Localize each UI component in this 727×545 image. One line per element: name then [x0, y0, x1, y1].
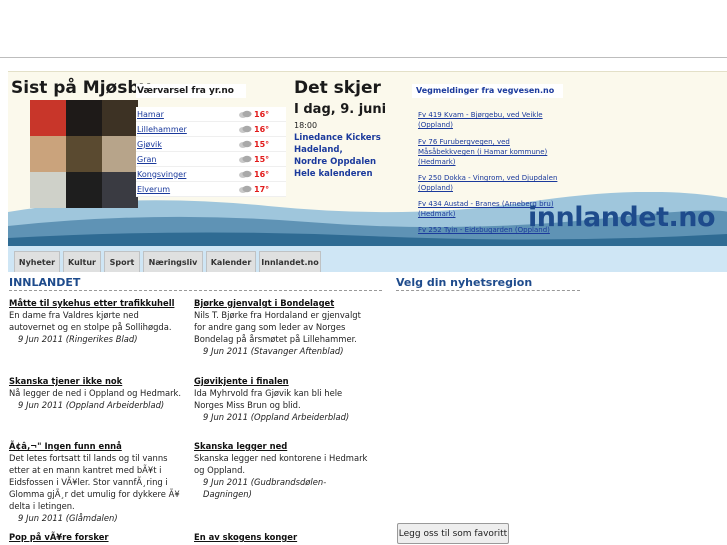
user-photo[interactable] [66, 136, 102, 172]
road-message-link[interactable]: Fv 419 Kvam - Bjørgebu, ved Veikle (Oppl… [418, 110, 558, 130]
partly-cloudy-icon [239, 170, 252, 178]
all-events-link[interactable]: Hele kalenderen [294, 169, 373, 179]
news-headline[interactable]: Skanska legger ned [194, 440, 372, 452]
region-title: Velg din nyhetsregion [396, 276, 533, 289]
weather-city-link[interactable]: Kongsvinger [136, 170, 228, 179]
mjosby-title: Sist på Mjøsby [11, 78, 151, 98]
news-date: 9 Jun 2011 (Oppland Arbeiderblad) [203, 412, 350, 422]
news-date: 9 Jun 2011 (Ringerikes Blad) [18, 334, 138, 344]
user-photo[interactable] [66, 172, 102, 208]
user-photo[interactable] [30, 136, 66, 172]
news-body: Nå legger de ned i Oppland og Hedmark. [9, 388, 182, 398]
news-item: Bjørke gjenvalgt i Bondelaget Nils T. Bj… [194, 297, 372, 357]
road-message-link[interactable]: Fv 250 Dokka - Vingrom, ved Djupdalen (O… [418, 173, 558, 193]
weather-row: Lillehammer 16° [136, 122, 286, 137]
news-item: Pop på vÃ¥re forsker [9, 531, 187, 543]
user-photo[interactable] [102, 136, 138, 172]
news-item: En av skogens konger [194, 531, 372, 543]
news-date: 9 Jun 2011 (Glåmdalen) [18, 513, 118, 523]
user-photo[interactable] [102, 172, 138, 208]
section-divider [9, 290, 382, 291]
user-photo[interactable] [30, 172, 66, 208]
brand-logo[interactable]: innlandet.no [528, 202, 715, 233]
weather-temp: 16° [254, 124, 270, 134]
weather-city-link[interactable]: Hamar [136, 110, 228, 119]
tab-naeringsliv[interactable]: Næringsliv [143, 251, 203, 272]
weather-city-link[interactable]: Lillehammer [136, 125, 228, 134]
user-photo[interactable] [102, 100, 138, 136]
news-item: Gjøvikjente i finalen Ida Myhrvold fra G… [194, 375, 372, 423]
news-headline[interactable]: Ã¢â‚¬" Ingen funn ennå [9, 440, 187, 452]
roads-header[interactable]: Vegmeldinger fra vegvesen.no [412, 84, 563, 98]
news-body: Skanska legger ned kontorene i Hedmark o… [194, 453, 368, 475]
event-link[interactable]: Linedance Kickers [294, 133, 381, 143]
news-item: Måtte til sykehus etter trafikkuhell En … [9, 297, 187, 345]
weather-row: Gjøvik 15° [136, 137, 286, 152]
weather-temp: 15° [254, 139, 270, 149]
weather-temp: 16° [254, 169, 270, 179]
header-banner: Sist på Mjøsby Værvarsel fra yr.no Hamar… [8, 71, 727, 246]
weather-row: Elverum 17° [136, 182, 286, 197]
weather-header[interactable]: Værvarsel fra yr.no [136, 84, 246, 98]
tab-innlandet[interactable]: Innlandet.no [259, 251, 321, 272]
tab-kultur[interactable]: Kultur [63, 251, 101, 272]
road-message-link[interactable]: Fv 76 Furubergvegen, ved Måsåbekkvegen (… [418, 137, 558, 167]
tab-kalender[interactable]: Kalender [206, 251, 256, 272]
weather-city-link[interactable]: Elverum [136, 185, 228, 194]
news-headline[interactable]: Skanska tjener ikke nok [9, 375, 187, 387]
news-date: 9 Jun 2011 (Oppland Arbeiderblad) [18, 400, 165, 410]
news-item: Ã¢â‚¬" Ingen funn ennå Det letes fortsat… [9, 440, 187, 524]
weather-row: Gran 15° [136, 152, 286, 167]
partly-cloudy-icon [239, 155, 252, 163]
weather-table: Hamar 16° Lillehammer 16° Gjøvik 15° Gran 15° Ko… [136, 107, 286, 197]
weather-temp: 15° [254, 154, 270, 164]
photo-grid [30, 100, 138, 210]
weather-temp: 17° [254, 184, 270, 194]
news-headline[interactable]: Pop på vÃ¥re forsker [9, 531, 187, 543]
events-date: I dag, 9. juni [294, 102, 387, 117]
news-headline[interactable]: Måtte til sykehus etter trafikkuhell [9, 297, 187, 309]
weather-row: Kongsvinger 16° [136, 167, 286, 182]
partly-cloudy-icon [239, 140, 252, 148]
tab-nyheter[interactable]: Nyheter [14, 251, 60, 272]
news-date: 9 Jun 2011 (Stavanger Aftenblad) [203, 346, 344, 356]
nav-tabs: Nyheter Kultur Sport Næringsliv Kalender… [8, 246, 727, 272]
weather-row: Hamar 16° [136, 107, 286, 122]
news-headline[interactable]: Gjøvikjente i finalen [194, 375, 372, 387]
weather-temp: 16° [254, 109, 270, 119]
news-body: Det letes fortsatt til lands og til vann… [9, 453, 180, 511]
events-title: Det skjer [294, 78, 381, 98]
partly-cloudy-icon [239, 185, 252, 193]
user-photo[interactable] [30, 100, 66, 136]
news-body: En dame fra Valdres kjørte ned autoverne… [9, 310, 172, 332]
event-link[interactable]: Nordre Oppdalen [294, 157, 376, 167]
tab-sport[interactable]: Sport [104, 251, 140, 272]
event-time: 18:00 [294, 121, 318, 130]
add-favorite-button[interactable]: Legg oss til som favoritt [397, 523, 509, 544]
news-item: Skanska tjener ikke nok Nå legger de ned… [9, 375, 187, 411]
section-title: INNLANDET [9, 276, 81, 289]
partly-cloudy-icon [239, 125, 252, 133]
news-body: Nils T. Bjørke fra Hordaland er gjenvalg… [194, 310, 361, 344]
event-link[interactable]: Hadeland, [294, 145, 343, 155]
top-divider [0, 57, 727, 58]
news-item: Skanska legger ned Skanska legger ned ko… [194, 440, 372, 500]
region-divider [396, 290, 580, 291]
partly-cloudy-icon [239, 110, 252, 118]
news-body: Ida Myhrvold fra Gjøvik kan bli hele Nor… [194, 388, 343, 410]
weather-city-link[interactable]: Gran [136, 155, 228, 164]
news-headline[interactable]: Bjørke gjenvalgt i Bondelaget [194, 297, 372, 309]
news-headline[interactable]: En av skogens konger [194, 531, 372, 543]
weather-city-link[interactable]: Gjøvik [136, 140, 228, 149]
user-photo[interactable] [66, 100, 102, 136]
news-date: 9 Jun 2011 (Gudbrandsdølen-Dagningen) [203, 477, 327, 499]
